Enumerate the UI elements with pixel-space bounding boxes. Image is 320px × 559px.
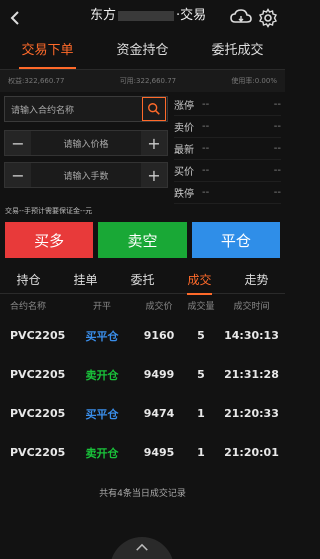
account-summary: 权益:322,660.77 可用:322,660.77 使用率:0.00%	[0, 70, 285, 92]
header-price: 成交价	[145, 301, 173, 312]
quote-volume: --	[273, 143, 281, 154]
cell-qty: 1	[197, 446, 205, 459]
quote-row: 买价 -- --	[174, 160, 281, 182]
tab-orders-fills[interactable]: 委托成交	[190, 36, 285, 69]
quote-label: 卖价	[174, 123, 194, 134]
quote-label: 最新	[174, 145, 194, 156]
cell-price: 9160	[143, 329, 175, 342]
usage-text: 使用率:0.00%	[231, 77, 277, 85]
cell-contract: PVC2205	[10, 446, 66, 459]
tab-positions[interactable]: 持仓	[0, 267, 57, 293]
tab-funds-positions[interactable]: 资金持仓	[95, 36, 190, 69]
tab-place-order[interactable]: 交易下单	[0, 36, 95, 69]
title-suffix: ·交易	[176, 8, 207, 23]
price-plus-button[interactable]: +	[141, 131, 167, 155]
cell-side: 买平仓	[85, 407, 119, 421]
price-stepper: − 请输入价格 +	[4, 130, 168, 156]
cell-contract: PVC2205	[10, 329, 66, 342]
page-title: 东方 ·交易	[90, 4, 206, 23]
margin-hint: 交易--手预计需要保证金--元	[5, 207, 93, 215]
quote-value: --	[202, 187, 210, 198]
cell-qty: 5	[197, 368, 205, 381]
qty-plus-button[interactable]: +	[141, 163, 167, 187]
price-minus-button[interactable]: −	[5, 131, 31, 155]
cell-side: 卖开仓	[85, 368, 119, 382]
table-row[interactable]: PVC2205 卖开仓 9499 5 21:31:28	[0, 355, 285, 394]
table-row[interactable]: PVC2205 买平仓 9474 1 21:20:33	[0, 394, 285, 433]
quote-value: --	[202, 165, 210, 176]
quote-row: 最新 -- --	[174, 138, 281, 160]
table-row[interactable]: PVC2205 买平仓 9160 5 14:30:13	[0, 316, 285, 355]
tab-trend[interactable]: 走势	[228, 267, 285, 293]
order-actions: 买多 卖空 平仓	[0, 218, 285, 262]
available-text: 可用:322,660.77	[119, 77, 177, 85]
quote-row: 涨停 -- --	[174, 94, 281, 116]
cell-side: 卖开仓	[85, 446, 119, 460]
quote-value: --	[202, 121, 210, 132]
search-icon	[148, 103, 160, 115]
cell-qty: 1	[197, 407, 205, 420]
cell-time: 21:20:33	[224, 407, 279, 420]
sell-short-button[interactable]: 卖空	[98, 222, 187, 258]
table-row[interactable]: PVC2205 卖开仓 9495 1 21:20:01	[0, 433, 285, 472]
header-contract: 合约名称	[10, 301, 47, 312]
equity-text: 权益:322,660.77	[8, 77, 65, 85]
quote-volume: --	[273, 165, 281, 176]
header-time: 成交时间	[233, 301, 270, 312]
header-qty: 成交量	[187, 301, 215, 312]
cell-price: 9474	[143, 407, 175, 420]
close-position-button[interactable]: 平仓	[191, 222, 280, 258]
gear-icon[interactable]	[258, 8, 278, 28]
qty-input[interactable]: 请输入手数	[31, 169, 141, 182]
back-icon[interactable]	[8, 10, 22, 26]
search-button[interactable]	[142, 97, 166, 121]
tab-orders[interactable]: 委托	[114, 267, 171, 293]
buy-long-button[interactable]: 买多	[5, 222, 94, 258]
main-tabs: 交易下单 资金持仓 委托成交	[0, 36, 285, 70]
redacted-name	[118, 10, 175, 21]
qty-minus-button[interactable]: −	[5, 163, 31, 187]
order-form: 请输入合约名称 − 请输入价格 + − 请输入手数 + 涨停 -- -- 卖价 -- -…	[0, 92, 285, 204]
header-bar: 东方 ·交易	[0, 0, 285, 36]
cell-price: 9499	[143, 368, 175, 381]
contract-input[interactable]: 请输入合约名称	[5, 103, 142, 116]
cell-qty: 5	[197, 329, 205, 342]
title-prefix: 东方	[90, 8, 117, 23]
quote-row: 跌停 -- --	[174, 182, 281, 204]
quote-value: --	[202, 99, 210, 110]
quote-row: 卖价 -- --	[174, 116, 281, 138]
quote-label: 跌停	[174, 189, 194, 200]
header-open-close: 开平	[92, 301, 111, 312]
records-count: 共有4条当日成交记录	[99, 489, 186, 499]
sub-tabs: 持仓 挂单 委托 成交 走势	[0, 266, 285, 295]
quote-label: 涨停	[174, 101, 194, 112]
quantity-stepper: − 请输入手数 +	[4, 162, 168, 188]
quote-volume: --	[273, 99, 281, 110]
contract-search-field[interactable]: 请输入合约名称	[4, 96, 168, 122]
cloud-sync-icon[interactable]	[230, 8, 252, 26]
cell-contract: PVC2205	[10, 407, 66, 420]
cell-time: 21:31:28	[224, 368, 279, 381]
cell-contract: PVC2205	[10, 368, 66, 381]
quote-value: --	[202, 143, 210, 154]
chevron-up-icon	[136, 543, 148, 551]
cell-side: 买平仓	[85, 329, 119, 343]
tab-pending[interactable]: 挂单	[57, 267, 114, 293]
expand-button[interactable]	[110, 537, 174, 559]
quote-volume: --	[273, 187, 281, 198]
table-header: 合约名称 开平 成交价 成交量 成交时间	[0, 294, 285, 316]
cell-time: 14:30:13	[224, 329, 279, 342]
price-input[interactable]: 请输入价格	[31, 137, 141, 150]
quote-label: 买价	[174, 167, 194, 178]
cell-price: 9495	[143, 446, 175, 459]
cell-time: 21:20:01	[224, 446, 279, 459]
tab-fills[interactable]: 成交	[171, 267, 228, 295]
quote-panel: 涨停 -- -- 卖价 -- -- 最新 -- -- 买价 -- -- 跌停 -- --	[174, 94, 281, 204]
quote-volume: --	[273, 121, 281, 132]
